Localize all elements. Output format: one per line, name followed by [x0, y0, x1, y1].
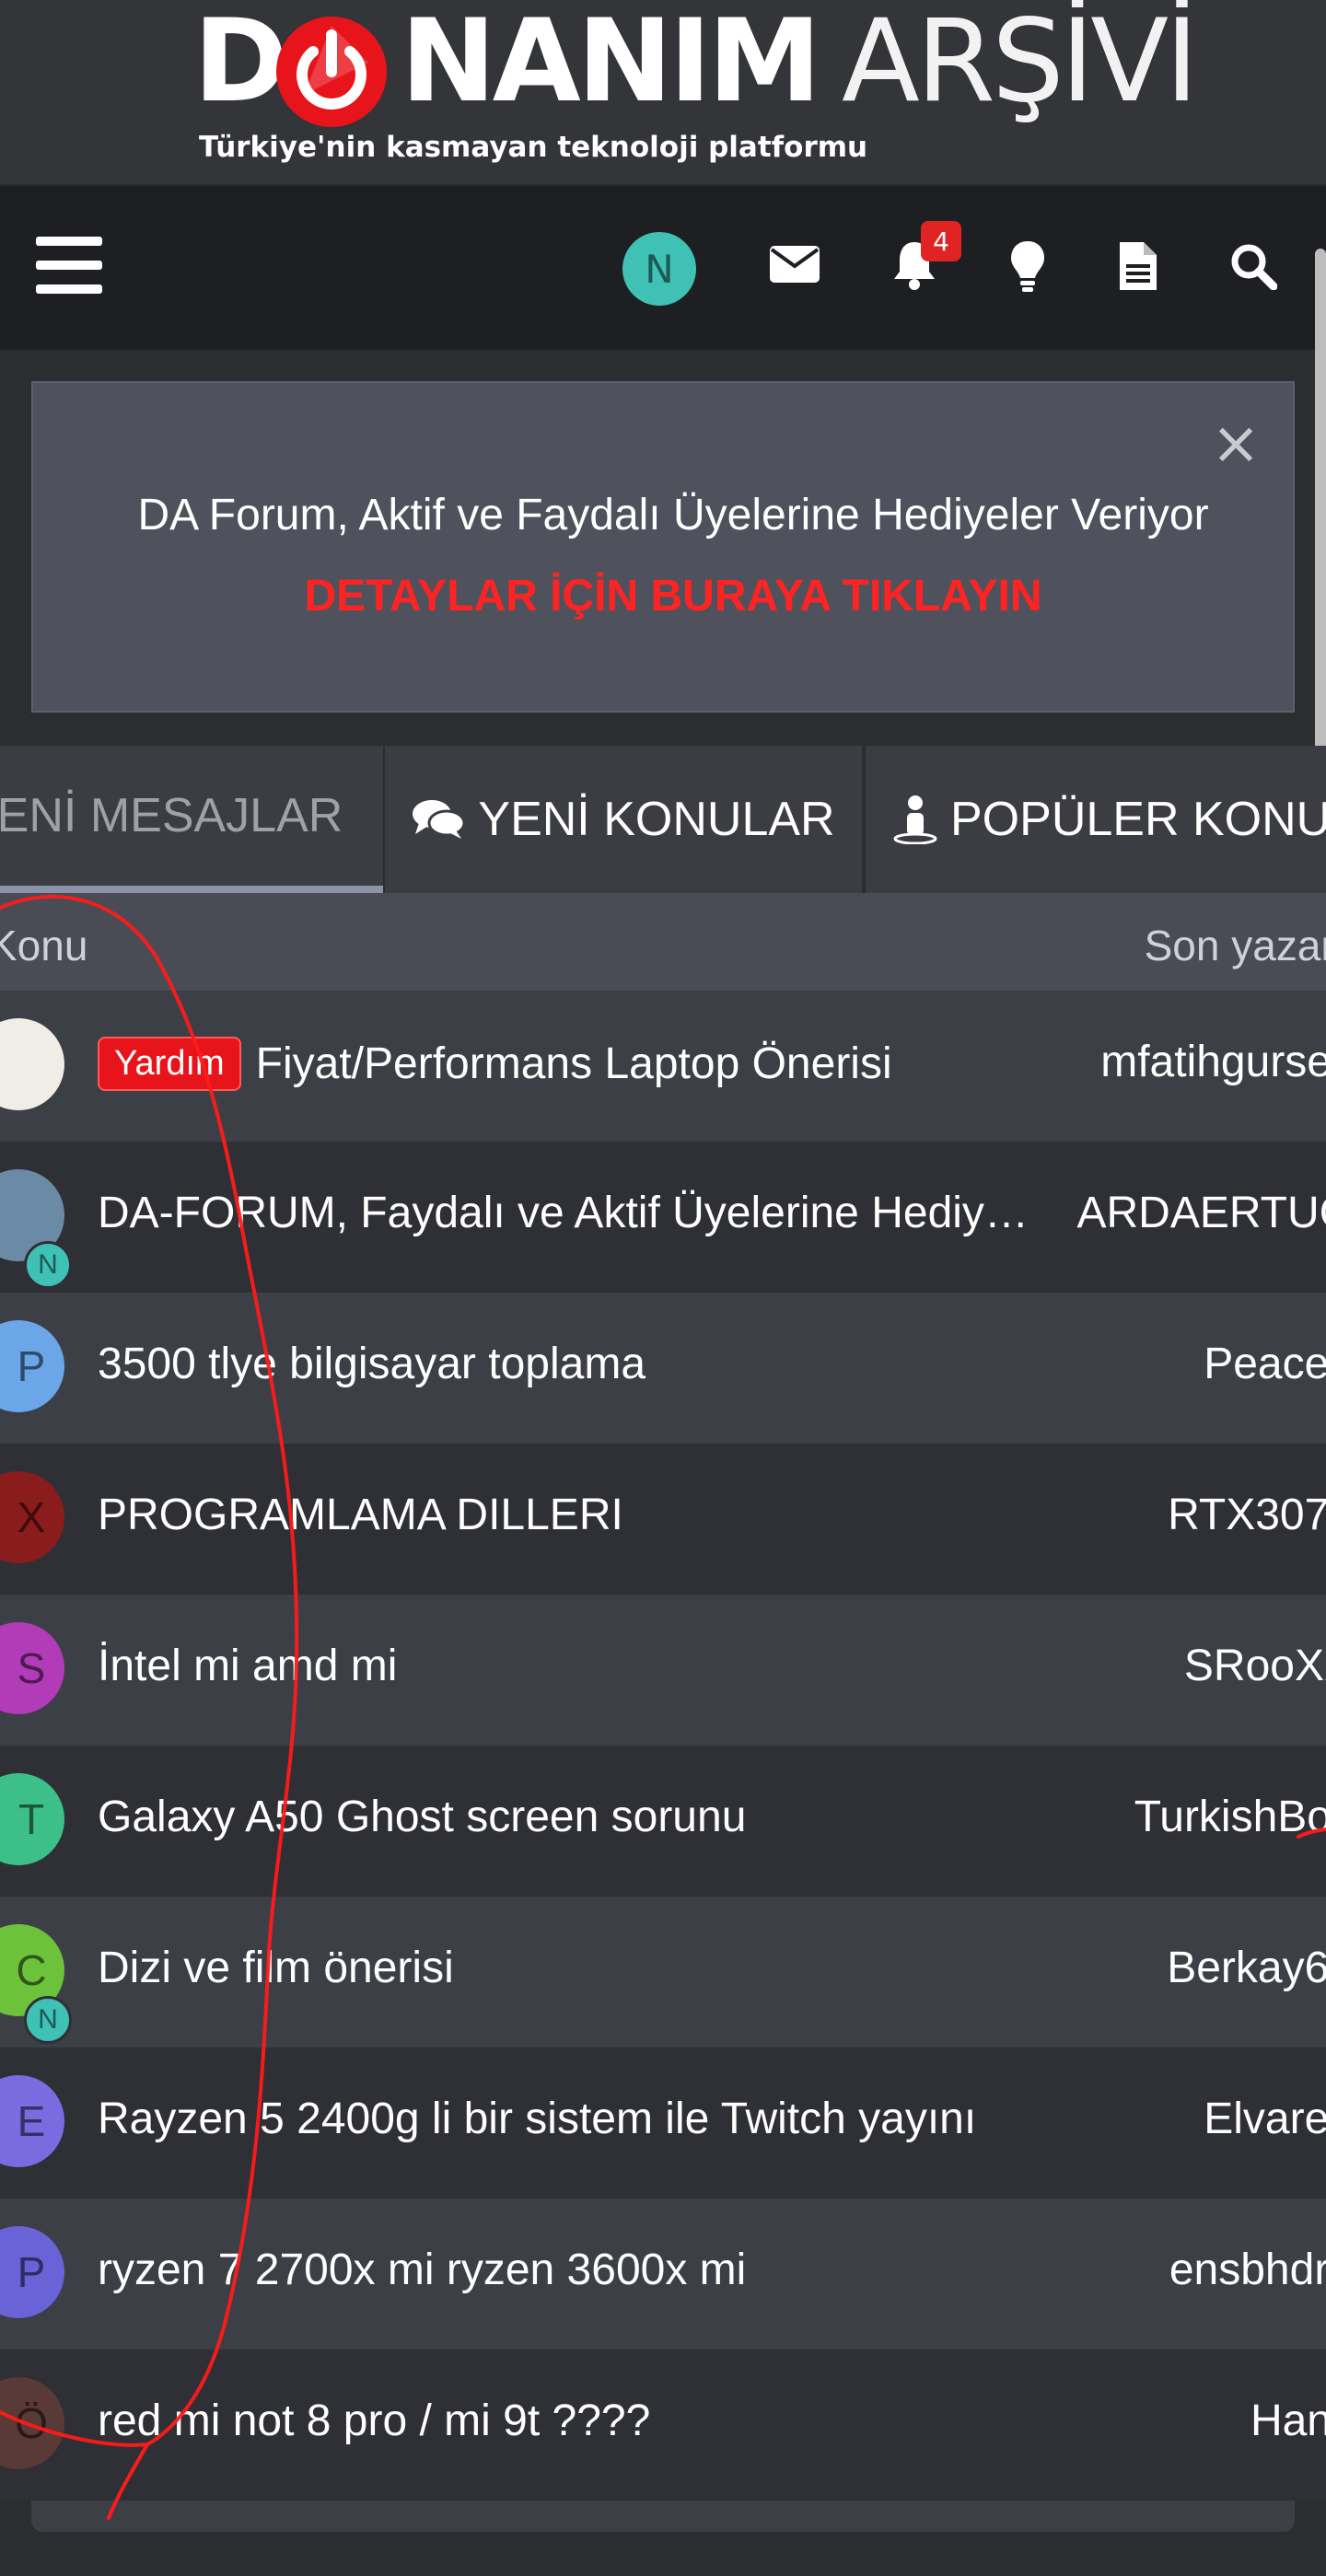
tab-label: YENİ KONULAR: [478, 793, 835, 846]
column-topic: Konu: [0, 922, 88, 969]
topic-title[interactable]: DA-FORUM, Faydalı ve Aktif Üyelerine Hed…: [98, 1188, 1046, 1238]
topic-title-text: Galaxy A50 Ghost screen sorunu: [98, 1793, 747, 1841]
document-icon[interactable]: [1111, 234, 1166, 298]
comments-icon: [413, 800, 466, 839]
avatar[interactable]: P: [0, 2226, 64, 2318]
top-navbar: N: [0, 184, 1326, 350]
tab-new-messages[interactable]: YENİ MESAJLAR: [0, 746, 383, 893]
last-poster-link[interactable]: SRooXX: [1184, 1641, 1326, 1691]
topic-title-text: Fiyat/Performans Laptop Önerisi: [255, 1039, 892, 1088]
notification-count-badge: 4: [921, 221, 961, 261]
topic-title[interactable]: Galaxy A50 Ghost screen sorunu: [98, 1792, 1046, 1842]
last-poster-link[interactable]: ARDAERTUG: [1077, 1188, 1326, 1238]
tab-popular-topics[interactable]: POPÜLER KONULAR: [866, 746, 1326, 893]
new-member-badge: N: [24, 1241, 72, 1289]
announcement-notice: × DA Forum, Aktif ve Faydalı Üyelerine H…: [31, 381, 1295, 713]
avatar[interactable]: P: [0, 1320, 64, 1412]
table-row[interactable]: Yardım Fiyat/Performans Laptop Önerisi mfa…: [0, 991, 1326, 1142]
avatar[interactable]: T: [0, 1773, 64, 1865]
search-icon[interactable]: [1221, 234, 1285, 298]
topic-title[interactable]: İntel mi amd mi: [98, 1641, 1046, 1691]
avatar-initial: Ö: [15, 2399, 48, 2447]
table-row[interactable]: X PROGRAMLAMA DILLERI RTX3070: [0, 1444, 1326, 1595]
topic-title[interactable]: 3500 tlye bilgisayar toplama: [98, 1339, 1046, 1389]
table-row[interactable]: CN Dizi ve film önerisi Berkay61: [0, 1897, 1326, 2048]
avatar-initial: T: [17, 1795, 45, 1843]
topic-title[interactable]: PROGRAMLAMA DILLERI: [98, 1490, 1046, 1540]
envelope-icon[interactable]: [764, 234, 825, 295]
table-footer: [31, 2501, 1295, 2532]
topic-title-text: ryzen 7 2700x mi ryzen 3600x mi: [98, 2245, 747, 2294]
avatar[interactable]: E: [0, 2075, 64, 2167]
user-avatar[interactable]: N: [622, 232, 696, 306]
topic-list: Yardım Fiyat/Performans Laptop Önerisi mfa…: [0, 991, 1326, 2501]
close-icon[interactable]: ×: [1208, 414, 1263, 473]
tab-label: POPÜLER KONULAR: [950, 793, 1326, 846]
last-poster-link[interactable]: Hans: [1250, 2396, 1326, 2446]
table-header: Konu Son yazan: [0, 893, 1326, 991]
topic-prefix-badge[interactable]: Yardım: [98, 1037, 241, 1091]
new-member-badge: N: [24, 1996, 72, 2044]
topic-title-text: DA-FORUM, Faydalı ve Aktif Üyelerine Hed…: [98, 1189, 1046, 1237]
tab-new-topics[interactable]: YENİ KONULAR: [385, 746, 862, 893]
page-scrollbar[interactable]: [1315, 249, 1326, 773]
avatar-initial: P: [17, 1342, 46, 1390]
last-poster-link[interactable]: ensbhdr5: [1169, 2245, 1326, 2295]
table-row[interactable]: S İntel mi amd mi SRooXX: [0, 1595, 1326, 1746]
column-last-poster: Son yazan: [1144, 922, 1326, 969]
last-poster-link[interactable]: mfatihgurses: [1100, 1037, 1326, 1087]
menu-icon[interactable]: [28, 228, 110, 302]
table-row[interactable]: E Rayzen 5 2400g li bir sistem ile Twitch…: [0, 2048, 1326, 2199]
avatar[interactable]: S: [0, 1622, 64, 1714]
topic-tabs: YENİ MESAJLAR YENİ KONULAR POPÜLER KONUL…: [0, 746, 1326, 893]
tab-label: YENİ MESAJLAR: [0, 789, 343, 842]
avatar[interactable]: [0, 1018, 64, 1110]
avatar-initial: C: [16, 1946, 47, 1994]
avatar[interactable]: X: [0, 1471, 64, 1563]
table-row[interactable]: Öred mi not 8 pro / mi 9t ???? Hans: [0, 2350, 1326, 2501]
avatar-initial: X: [17, 1493, 46, 1541]
table-row[interactable]: Pryzen 7 2700x mi ryzen 3600x mi ensbhdr5: [0, 2199, 1326, 2350]
avatar[interactable]: Ö: [0, 2377, 64, 2469]
last-poster-link[interactable]: Peacee: [1204, 1339, 1326, 1389]
notice-link[interactable]: DETAYLAR İÇİN BURAYA TIKLAYIN: [304, 572, 1041, 621]
last-poster-link[interactable]: Berkay61: [1167, 1943, 1326, 1993]
topic-title-text: 3500 tlye bilgisayar toplama: [98, 1340, 646, 1388]
topic-title-text: İntel mi amd mi: [98, 1642, 398, 1690]
topic-title-text: Dizi ve film önerisi: [98, 1944, 454, 1992]
last-poster-link[interactable]: RTX3070: [1168, 1490, 1326, 1540]
avatar-initial: S: [17, 1644, 46, 1692]
site-logo[interactable]: D NANIM ARŞİVİ Türkiye'nin kasmayan teknol…: [193, 0, 1199, 184]
topic-title[interactable]: Dizi ve film önerisi: [98, 1943, 1046, 1993]
last-poster-link[interactable]: Elvaren: [1204, 2094, 1326, 2144]
table-row[interactable]: N DA-FORUM, Faydalı ve Aktif Üyelerine He…: [0, 1142, 1326, 1293]
topic-title[interactable]: Yardım Fiyat/Performans Laptop Önerisi: [98, 1037, 1046, 1091]
topic-title-text: Rayzen 5 2400g li bir sistem ile Twitch …: [98, 2094, 977, 2143]
topic-title[interactable]: ryzen 7 2700x mi ryzen 3600x mi: [98, 2245, 1046, 2295]
table-row[interactable]: P 3500 tlye bilgisayar toplama Peacee: [0, 1293, 1326, 1444]
notice-text: DA Forum, Aktif ve Faydalı Üyelerine Hed…: [107, 475, 1239, 637]
user-icon: [893, 795, 937, 844]
avatar-initial: P: [17, 2248, 46, 2296]
topic-title[interactable]: Rayzen 5 2400g li bir sistem ile Twitch …: [98, 2094, 1046, 2144]
site-header: D NANIM ARŞİVİ Türkiye'nin kasmayan teknol…: [0, 0, 1326, 184]
topic-title-text: red mi not 8 pro / mi 9t ????: [98, 2396, 651, 2445]
table-row[interactable]: T Galaxy A50 Ghost screen sorunu TurkishBo…: [0, 1746, 1326, 1897]
avatar-initial: E: [17, 2097, 46, 2145]
lightbulb-icon[interactable]: [1000, 234, 1055, 298]
last-poster-link[interactable]: TurkishBoy: [1134, 1792, 1326, 1842]
logo-tagline: Türkiye'nin kasmayan teknoloji platformu: [199, 131, 868, 164]
topic-title[interactable]: red mi not 8 pro / mi 9t ????: [98, 2396, 1046, 2446]
notice-message: DA Forum, Aktif ve Faydalı Üyelerine Hed…: [137, 491, 1209, 540]
power-logo-icon: [276, 17, 387, 127]
topic-title-text: PROGRAMLAMA DILLERI: [98, 1491, 623, 1539]
